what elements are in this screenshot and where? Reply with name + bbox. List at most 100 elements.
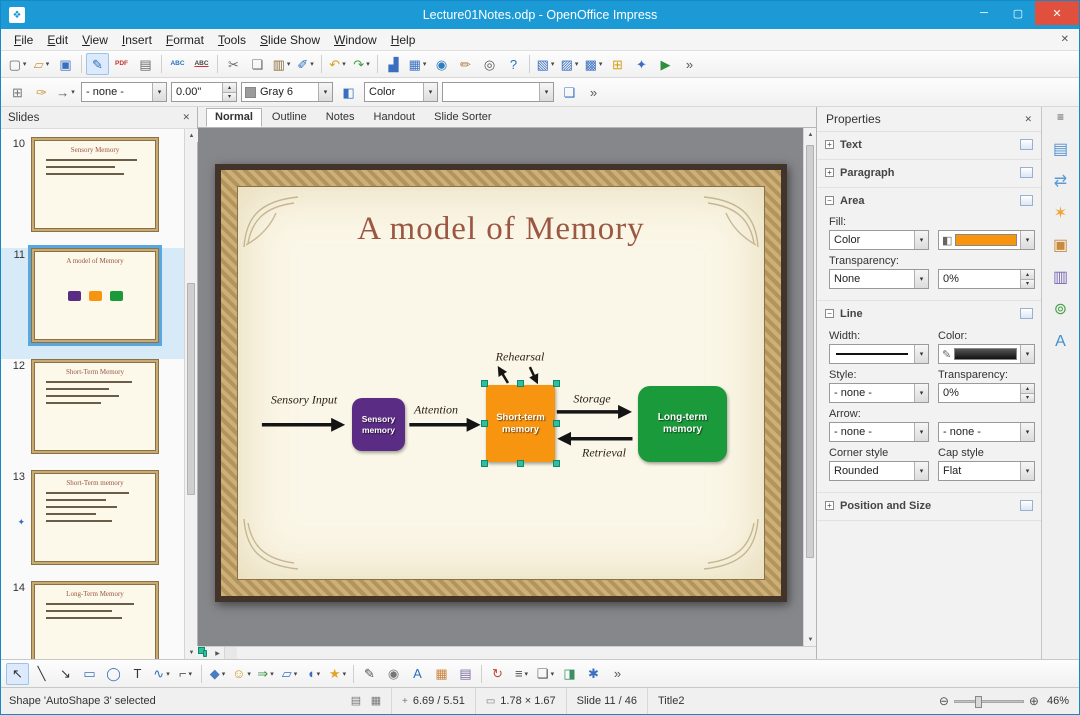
callouts-icon[interactable]: ◖ ▾ [302, 663, 325, 685]
zoom-out-icon[interactable]: ⊖ [939, 694, 949, 708]
connector-icon-dropdown[interactable]: ▾ [189, 670, 193, 678]
tab-slide-sorter[interactable]: Slide Sorter [425, 108, 500, 127]
chevron-down-icon[interactable]: ▾ [423, 83, 437, 101]
arrange-icon[interactable]: ❏ ▾ [534, 663, 557, 685]
thumbnail-image[interactable]: Short-Term Memory [31, 359, 159, 454]
selection-handle[interactable] [553, 460, 560, 467]
section-text-header[interactable]: + Text [825, 133, 1033, 156]
slides-scrollbar[interactable]: ▲ ▼ [184, 129, 198, 659]
menu-view[interactable]: View [75, 30, 115, 50]
line-transparency-input[interactable]: 0% ▴ ▾ [938, 383, 1035, 403]
line-color-select[interactable]: Gray 6 ▾ [241, 82, 333, 102]
close-document-icon[interactable]: ✕ [1061, 34, 1069, 45]
area-dialog-icon[interactable]: ◧ [337, 81, 360, 103]
align-icon[interactable]: ≡ ▾ [510, 663, 533, 685]
menu-help[interactable]: Help [384, 30, 423, 50]
new-document-icon-dropdown[interactable]: ▾ [23, 60, 27, 68]
properties-tab-icon[interactable]: ▤ [1047, 137, 1075, 163]
section-paragraph-header[interactable]: + Paragraph [825, 161, 1033, 184]
slide-layout-icon-dropdown[interactable]: ▾ [575, 60, 579, 68]
slide-thumbnail-14[interactable]: 14 Long-Term Memory [1, 581, 184, 659]
line-width-select[interactable]: ▾ [829, 344, 929, 364]
slide-editing-area[interactable]: A model of Memory Sensory Input Attentio… [198, 128, 803, 646]
line-dialog-icon[interactable]: ✑ [30, 81, 53, 103]
corner-style-select[interactable]: Rounded ▾ [829, 461, 929, 481]
zoom-slider-thumb[interactable] [975, 695, 983, 708]
box-short-term-memory[interactable]: Short-term memory [481, 380, 560, 467]
chevron-down-icon[interactable]: ▾ [1020, 345, 1034, 363]
toolbar-overflow-icon[interactable]: » [606, 663, 629, 685]
cut-icon[interactable]: ✂ [222, 53, 245, 75]
expand-icon[interactable]: + [825, 501, 834, 510]
slides-panel-close-icon[interactable]: ✕ [182, 112, 190, 123]
box-long-term-memory[interactable]: Long-term memory [638, 386, 727, 462]
open-folder-icon[interactable]: ▱ ▾ [30, 53, 53, 75]
selection-handle[interactable] [516, 460, 524, 467]
format-paintbrush-icon-dropdown[interactable]: ▾ [310, 60, 314, 68]
zoom-in-icon[interactable]: ⊕ [1029, 694, 1039, 708]
label-attention[interactable]: Attention [414, 403, 458, 418]
collapse-icon[interactable]: − [825, 309, 834, 318]
redo-icon-dropdown[interactable]: ▾ [366, 60, 370, 68]
minimize-icon[interactable]: ─ [967, 1, 1001, 25]
callouts-icon-dropdown[interactable]: ▾ [317, 670, 321, 678]
toolbar-overflow-icon[interactable]: » [582, 81, 605, 103]
chevron-down-icon[interactable]: ▾ [318, 83, 332, 101]
align-icon-dropdown[interactable]: ▾ [525, 670, 529, 678]
rectangle-icon[interactable]: ▭ [78, 663, 101, 685]
menu-edit[interactable]: Edit [40, 30, 75, 50]
chart-icon[interactable]: ▟ [382, 53, 405, 75]
label-sensory-input[interactable]: Sensory Input [271, 393, 337, 408]
menu-window[interactable]: Window [327, 30, 384, 50]
curve-icon[interactable]: ∿ ▾ [150, 663, 173, 685]
slide-design-icon-dropdown[interactable]: ▾ [599, 60, 603, 68]
horizontal-scrollbar[interactable]: ◀ ▶ [198, 646, 816, 659]
tab-normal[interactable]: Normal [206, 108, 262, 127]
block-arrows-icon[interactable]: ⇒ ▾ [254, 663, 277, 685]
table-icon[interactable]: ▦ ▾ [406, 53, 429, 75]
save-icon[interactable]: ▣ [54, 53, 77, 75]
paste-icon[interactable]: ▥ ▾ [270, 53, 293, 75]
scrollbar-track[interactable] [185, 142, 197, 646]
grid-icon[interactable]: ⊞ [606, 53, 629, 75]
fill-type-select[interactable]: Color ▾ [829, 230, 929, 250]
chevron-down-icon[interactable]: ▾ [1020, 231, 1034, 249]
scroll-right-icon[interactable]: ▶ [211, 647, 224, 659]
slide-thumbnail-11[interactable]: 11 A model of Memory [1, 245, 184, 359]
selection-handle[interactable] [553, 419, 560, 427]
menu-file[interactable]: File [7, 30, 40, 50]
scrollbar-track[interactable] [198, 647, 208, 657]
redo-icon[interactable]: ↷ ▾ [350, 53, 373, 75]
arrow-begin-select[interactable]: - none - ▾ [829, 422, 929, 442]
expand-icon[interactable]: + [825, 140, 834, 149]
chevron-down-icon[interactable]: ▾ [914, 231, 928, 249]
selection-handle[interactable] [516, 380, 524, 387]
extrusion-icon[interactable]: ◨ [558, 663, 581, 685]
glue-points-icon[interactable]: ◉ [382, 663, 405, 685]
hyperlink-icon[interactable]: ◉ [430, 53, 453, 75]
insert-picture-icon[interactable]: ▦ [430, 663, 453, 685]
collapse-icon[interactable]: − [825, 196, 834, 205]
shadow-icon[interactable]: ❏ [558, 81, 581, 103]
zoom-percent[interactable]: 46% [1039, 695, 1079, 707]
custom-animation-tab-icon[interactable]: ✶ [1047, 201, 1075, 227]
scroll-down-icon[interactable]: ▼ [185, 646, 198, 659]
edit-file-icon[interactable]: ✎ [86, 53, 109, 75]
scrollbar-thumb[interactable] [187, 283, 195, 495]
section-position-size-header[interactable]: + Position and Size [825, 494, 1033, 517]
spinner-buttons[interactable]: ▴ ▾ [1020, 270, 1034, 288]
text-icon[interactable]: T [126, 663, 149, 685]
thumbnail-image[interactable]: A model of Memory [28, 245, 162, 346]
tab-notes[interactable]: Notes [317, 108, 364, 127]
navigator-tab-icon[interactable]: ⊚ [1047, 297, 1075, 323]
stars-icon[interactable]: ★ ▾ [326, 663, 349, 685]
auto-spellcheck-icon[interactable]: ABC [190, 53, 213, 75]
symbol-shapes-icon[interactable]: ☺ ▾ [230, 663, 253, 685]
section-line-header[interactable]: − Line [825, 302, 1033, 325]
flowchart-icon[interactable]: ▱ ▾ [278, 663, 301, 685]
help-icon[interactable]: ? [502, 53, 525, 75]
fontwork-icon[interactable]: A [406, 663, 429, 685]
slide-layout-icon[interactable]: ▨ ▾ [558, 53, 581, 75]
selection-handle[interactable] [553, 380, 560, 387]
fill-color-picker[interactable]: ◧ ▾ [938, 230, 1035, 250]
